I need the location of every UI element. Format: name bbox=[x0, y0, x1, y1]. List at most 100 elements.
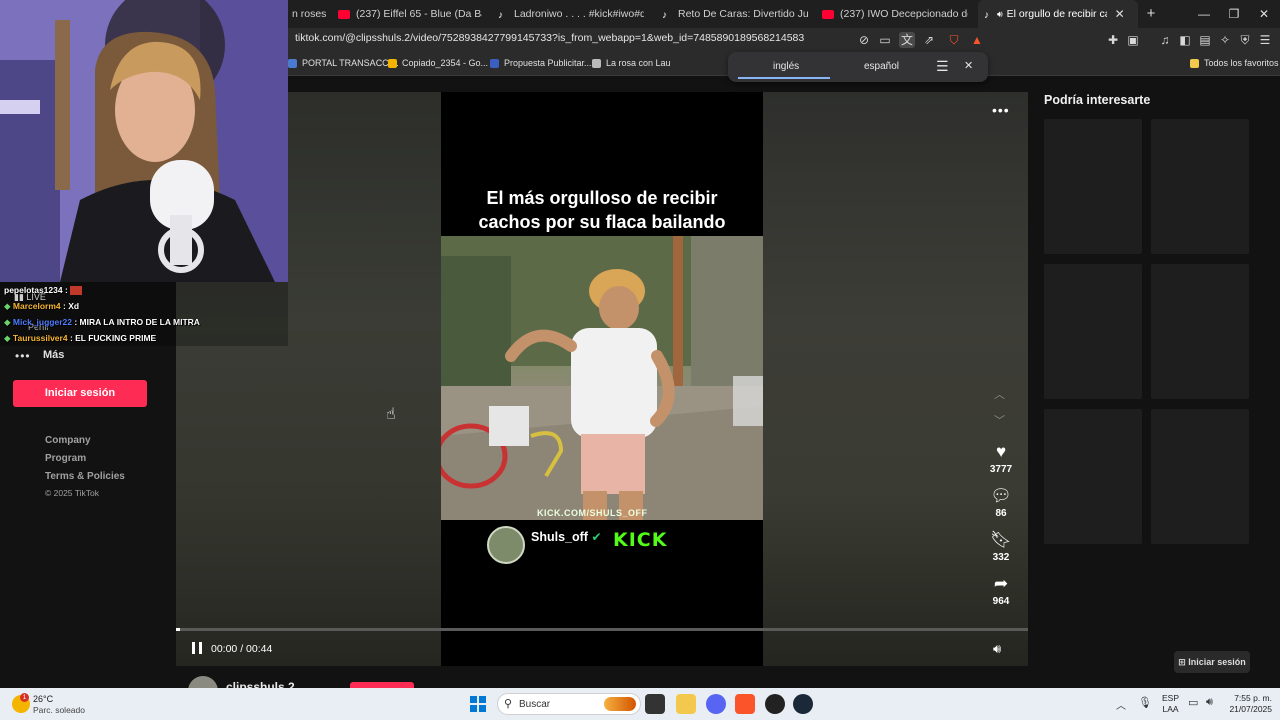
folder-icon bbox=[1190, 58, 1199, 68]
tiktok-icon: ♪ bbox=[984, 9, 989, 21]
footer-link-program[interactable]: Program bbox=[45, 453, 86, 464]
obs-icon[interactable] bbox=[765, 694, 785, 714]
task-view-icon[interactable] bbox=[645, 694, 665, 714]
like-count: 3777 bbox=[989, 464, 1013, 475]
steam-icon[interactable] bbox=[793, 694, 813, 714]
microphone-icon[interactable]: 🎙︎ bbox=[1138, 696, 1152, 709]
all-bookmarks-folder[interactable]: Todos los favoritos bbox=[1190, 58, 1279, 68]
login-small-button[interactable]: ⊞ Iniciar sesión bbox=[1174, 651, 1250, 673]
like-action[interactable]: ♥ 3777 bbox=[985, 442, 1017, 475]
save-action[interactable]: 🔖︎ 332 bbox=[985, 530, 1017, 563]
translate-lang-english[interactable]: inglés bbox=[773, 61, 799, 72]
network-icon[interactable]: ▭ bbox=[1188, 696, 1198, 709]
progress-bar[interactable] bbox=[176, 628, 1028, 631]
kick-logo: KICK bbox=[613, 529, 668, 551]
chat-text: Xd bbox=[68, 301, 80, 311]
time-current: 00:00 bbox=[211, 643, 238, 655]
video-frame[interactable]: El más orgulloso de recibir cachos por s… bbox=[441, 92, 763, 666]
sidebar-toggle-icon[interactable]: ◧ bbox=[1177, 32, 1193, 48]
sidebar-item-more[interactable]: Más bbox=[43, 349, 64, 361]
browser-tab[interactable]: (237) Eiffel 65 - Blue (Da Ba Dee) [Ga bbox=[332, 0, 482, 28]
search-label: Buscar bbox=[519, 699, 551, 710]
author-row: clipsshuls.2 bbox=[176, 666, 1028, 706]
volume-tray-icon[interactable]: 🔊︎ bbox=[1206, 696, 1213, 709]
cast-icon[interactable]: ▭ bbox=[877, 32, 893, 48]
vpn-icon[interactable]: ⛨ bbox=[1237, 32, 1253, 48]
chat-message: ◆ Taurussilver4 : EL FUCKING PRIME bbox=[4, 333, 157, 343]
browser-tab[interactable]: ♪ Reto De Caras: Divertido Juego de R bbox=[656, 0, 808, 28]
bookmark-item[interactable]: Copiado_2354 - Go... bbox=[388, 58, 488, 68]
progress-fill bbox=[176, 628, 180, 631]
close-tab-icon[interactable]: ✕ bbox=[1115, 7, 1125, 21]
browser-tab[interactable]: ♪ Ladroniwo . . . . #kick#iwo#dota#kick bbox=[492, 0, 644, 28]
more-options-icon[interactable]: ••• bbox=[992, 102, 1010, 118]
bookmark-label: Copiado_2354 - Go... bbox=[402, 58, 489, 68]
suggestion-card[interactable] bbox=[1044, 119, 1142, 254]
bookmark-icon bbox=[490, 58, 499, 68]
suggestion-card[interactable] bbox=[1151, 409, 1249, 544]
windows-start-icon[interactable] bbox=[468, 694, 488, 714]
browser-tab-active[interactable]: ♪ 🔊︎ El orgullo de recibir cachos p ✕ bbox=[978, 0, 1138, 28]
input-language[interactable]: ESP LAA bbox=[1162, 693, 1179, 715]
login-button[interactable]: Iniciar sesión bbox=[13, 380, 147, 407]
suggestion-card[interactable] bbox=[1151, 264, 1249, 399]
video-scene-illustration bbox=[441, 236, 763, 520]
menu-icon[interactable]: ☰ bbox=[1257, 32, 1273, 48]
bookmark-item[interactable]: La rosa con Lau bbox=[592, 58, 671, 68]
volume-icon[interactable]: 🔊︎ bbox=[993, 641, 1001, 657]
screenshot-icon[interactable]: ▣ bbox=[1125, 32, 1141, 48]
more-dots-icon[interactable]: ••• bbox=[15, 349, 31, 363]
pause-button[interactable] bbox=[190, 641, 204, 655]
browser-tab[interactable]: n roses bbox=[286, 0, 330, 28]
new-tab-button[interactable]: + bbox=[1141, 4, 1161, 24]
bookmark-item[interactable]: Propuesta Publicitar... bbox=[490, 58, 592, 68]
tab-title: n roses bbox=[292, 8, 327, 20]
leo-ai-icon[interactable]: ✧ bbox=[1217, 32, 1233, 48]
video-time: 00:00 / 00:44 bbox=[211, 643, 273, 655]
browser-tab[interactable]: (237) IWO Decepcionado de NDREE bbox=[816, 0, 968, 28]
brave-rewards-icon[interactable]: ▲ bbox=[969, 32, 985, 48]
translate-options-icon[interactable]: ☰ bbox=[936, 58, 949, 75]
footer-link-company[interactable]: Company bbox=[45, 435, 91, 446]
bookmark-item[interactable]: PORTAL TRANSACCI... bbox=[288, 58, 399, 68]
translate-popup: inglés español ☰ ✕ bbox=[728, 52, 988, 82]
brave-shield-icon[interactable]: ⛉ bbox=[946, 32, 962, 48]
previous-video-icon[interactable]: ︿ bbox=[994, 386, 1005, 402]
bookmark-label: Propuesta Publicitar... bbox=[504, 58, 592, 68]
lang-line: LAA bbox=[1162, 704, 1179, 714]
verified-icon: ✔ bbox=[591, 530, 602, 544]
media-icon[interactable]: ♫ bbox=[1157, 32, 1173, 48]
taskbar-search[interactable]: ⚲ Buscar bbox=[497, 693, 641, 715]
discord-icon[interactable] bbox=[706, 694, 726, 714]
close-window-icon[interactable]: ✕ bbox=[1254, 4, 1274, 24]
restore-icon[interactable]: ❐ bbox=[1224, 4, 1244, 24]
no-tracking-icon[interactable]: ⊘ bbox=[856, 32, 872, 48]
webcam-illustration bbox=[0, 0, 288, 282]
extensions-icon[interactable]: ✚ bbox=[1105, 32, 1121, 48]
footer-link-terms[interactable]: Terms & Policies bbox=[45, 471, 125, 482]
video-caption: El más orgulloso de recibir cachos por s… bbox=[441, 186, 763, 234]
bookmark-label: La rosa con Lau bbox=[606, 58, 671, 68]
translate-lang-spanish[interactable]: español bbox=[864, 61, 899, 72]
video-channel-overlay: Shuls_off ✔ KICK bbox=[487, 526, 727, 566]
file-explorer-icon[interactable] bbox=[676, 694, 696, 714]
wallet-icon[interactable]: ▤ bbox=[1197, 32, 1213, 48]
tray-overflow-icon[interactable]: ︿ bbox=[1116, 697, 1126, 712]
suggestion-card[interactable] bbox=[1151, 119, 1249, 254]
youtube-icon bbox=[338, 9, 350, 19]
tab-title: Reto De Caras: Divertido Juego de R bbox=[678, 8, 808, 20]
comment-action[interactable]: 💬︎ 86 bbox=[985, 486, 1017, 519]
next-video-icon[interactable]: ﹀ bbox=[994, 412, 1005, 428]
suggestion-card[interactable] bbox=[1044, 409, 1142, 544]
address-bar[interactable]: tiktok.com/@clipsshuls.2/video/752893842… bbox=[295, 32, 804, 44]
translate-close-icon[interactable]: ✕ bbox=[964, 59, 973, 72]
brave-browser-icon[interactable] bbox=[735, 694, 755, 714]
suggestion-card[interactable] bbox=[1044, 264, 1142, 399]
share-icon[interactable]: ⇗ bbox=[921, 32, 937, 48]
translate-icon[interactable]: 文 bbox=[899, 32, 915, 48]
tab-title: El orgullo de recibir cachos p bbox=[1006, 8, 1107, 20]
minimize-icon[interactable]: — bbox=[1194, 4, 1214, 24]
share-action[interactable]: ➦ 964 bbox=[985, 574, 1017, 607]
taskbar-clock[interactable]: 7:55 p. m. 21/07/2025 bbox=[1224, 693, 1272, 715]
channel-avatar bbox=[487, 526, 525, 564]
